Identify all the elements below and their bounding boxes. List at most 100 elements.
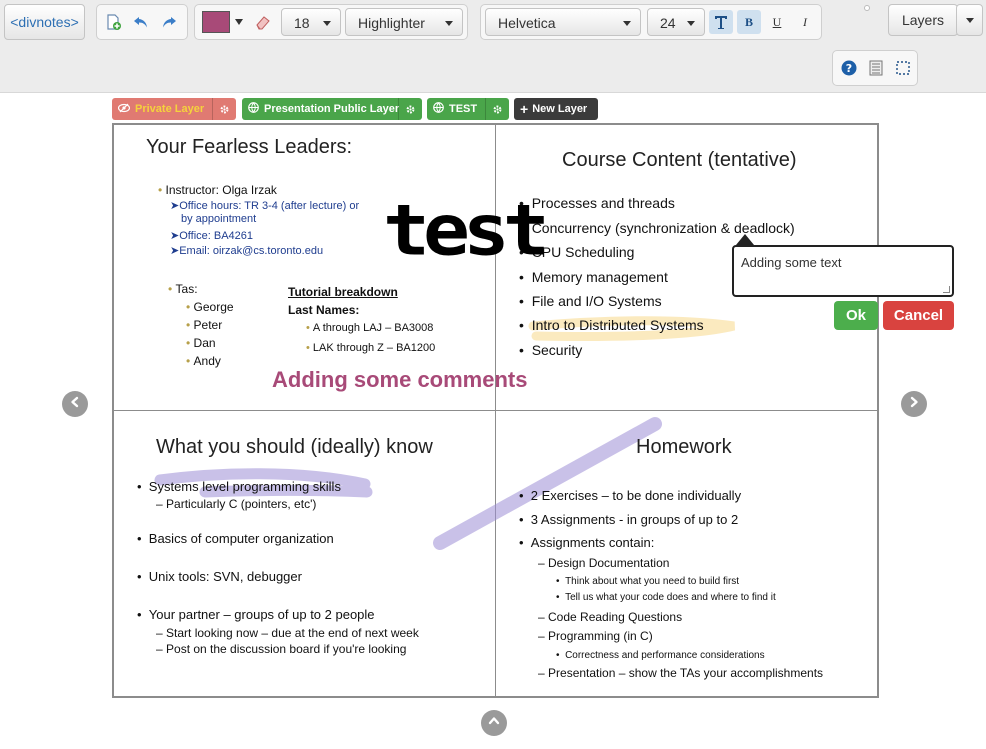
- note-text-value: Adding some text: [741, 255, 842, 270]
- utility-group: ?: [832, 50, 918, 86]
- collapse-up-button[interactable]: [481, 710, 507, 736]
- slide-q1-office: ➤Office: BA4261: [170, 229, 253, 242]
- slide-q1-office-hours: ➤Office hours: TR 3-4 (after lecture) or: [170, 199, 359, 212]
- slide-q1-tutorial-title: Tutorial breakdown: [288, 285, 398, 299]
- font-family-select[interactable]: Helvetica: [485, 8, 641, 36]
- bullet-dot: •: [168, 282, 176, 296]
- text-size-value: 24: [660, 15, 676, 31]
- layers-dropdown-button[interactable]: [956, 4, 983, 36]
- homework-item-text: 3 Assignments - in groups of up to 2: [530, 512, 739, 527]
- handwritten-text: test: [383, 204, 548, 272]
- know-sub-text: Post on the discussion board if you're l…: [166, 642, 407, 656]
- slide-q2-item: • Security: [519, 342, 583, 358]
- slide-q3-sub: – Post on the discussion board if you're…: [156, 642, 407, 656]
- homework-subsub-text: Think about what you need to build first: [565, 576, 740, 587]
- redo-icon[interactable]: [157, 10, 181, 34]
- layer-test[interactable]: TEST: [427, 98, 509, 120]
- homework-subsub-text: Tell us what your code does and where to…: [565, 592, 776, 603]
- text-size-select[interactable]: 24: [647, 8, 705, 36]
- slide-q1-email: ➤Email: oirzak@cs.toronto.edu: [170, 244, 323, 257]
- arrow-bullet-icon: ➤: [170, 230, 180, 242]
- slide-q4-sub: – Design Documentation: [538, 556, 670, 570]
- ta-name: Peter: [193, 318, 223, 332]
- layers-button[interactable]: Layers: [888, 4, 958, 36]
- selection-icon[interactable]: [891, 56, 915, 80]
- ta-name: Andy: [193, 354, 221, 368]
- homework-item-text: Assignments contain:: [530, 535, 655, 550]
- new-layer-button[interactable]: + New Layer: [514, 98, 598, 120]
- bold-button[interactable]: B: [737, 10, 761, 34]
- slide-q4-sub: – Programming (in C): [538, 629, 653, 643]
- color-swatch[interactable]: [202, 11, 230, 33]
- ok-button[interactable]: Ok: [834, 301, 878, 330]
- slide-q1-title: Your Fearless Leaders:: [146, 136, 353, 158]
- arrow-bullet-icon: ➤: [170, 200, 180, 212]
- gear-icon[interactable]: [485, 98, 509, 120]
- slide-q4-subsub: • Tell us what your code does and where …: [556, 592, 776, 603]
- next-slide-button[interactable]: [901, 391, 927, 417]
- gear-icon[interactable]: [398, 98, 422, 120]
- chevron-down-icon: [623, 21, 631, 26]
- help-icon[interactable]: ?: [837, 56, 861, 80]
- slide-q2-item: • Intro to Distributed Systems: [519, 317, 704, 333]
- chevron-down-icon: [445, 21, 453, 26]
- slide-q2-title: Course Content (tentative): [562, 149, 797, 171]
- undo-icon[interactable]: [129, 10, 153, 34]
- slide-q1-ta: • Peter: [186, 318, 222, 332]
- italic-button[interactable]: I: [793, 10, 817, 34]
- note-text-input[interactable]: Adding some text: [732, 245, 954, 297]
- homework-sub-text: Code Reading Questions: [548, 610, 683, 624]
- eraser-icon[interactable]: [251, 10, 275, 34]
- ta-name: Dan: [193, 336, 216, 350]
- course-item-text: Processes and threads: [531, 195, 675, 211]
- bullet-dot: •: [186, 354, 194, 368]
- underline-label: U: [772, 14, 782, 29]
- slide-q1-tutorial: • LAK through Z – BA1200: [306, 342, 435, 354]
- tool-select[interactable]: Highlighter: [345, 8, 463, 36]
- resize-handle-icon[interactable]: [943, 286, 950, 293]
- slide-q3-sub: – Particularly C (pointers, etc'): [156, 497, 317, 511]
- homework-item-text: 2 Exercises – to be done individually: [530, 488, 742, 503]
- slide-q3-title: What you should (ideally) know: [156, 436, 433, 458]
- slide-q1-office-hours-2: by appointment: [181, 213, 257, 225]
- color-caret-icon[interactable]: [235, 19, 243, 25]
- plus-icon: +: [520, 101, 529, 117]
- notes-list-icon[interactable]: [864, 56, 888, 80]
- slide-q1-ta: • George: [186, 300, 234, 314]
- prev-slide-button[interactable]: [62, 391, 88, 417]
- tas-label: Tas:: [175, 282, 198, 296]
- cancel-button[interactable]: Cancel: [883, 301, 954, 330]
- office-text: Office: BA4261: [179, 230, 254, 242]
- logo-button[interactable]: <divnotes>: [4, 4, 85, 40]
- font-size-value: 18: [294, 15, 310, 31]
- course-item-text: Concurrency (synchronization & deadlock): [531, 220, 795, 236]
- slide-q3-item: • Basics of computer organization: [137, 531, 334, 546]
- ok-label: Ok: [845, 307, 866, 324]
- layer-private-label: Private Layer: [135, 103, 205, 115]
- slide-q1-last-names: Last Names:: [288, 303, 360, 317]
- comment-annotation[interactable]: Adding some comments: [272, 367, 527, 393]
- slide-q1-ta: • Dan: [186, 336, 216, 350]
- slide-q4-sub: – Presentation – show the TAs your accom…: [538, 666, 824, 680]
- font-size-select[interactable]: 18: [281, 8, 341, 36]
- tutorial-text: A through LAJ – BA3008: [312, 322, 434, 334]
- slide-q3-item: • Unix tools: SVN, debugger: [137, 569, 302, 584]
- bullet-dot: •: [306, 342, 313, 354]
- ta-name: George: [193, 300, 234, 314]
- bullet-dot: •: [186, 336, 194, 350]
- text-style-icon[interactable]: [709, 10, 733, 34]
- know-sub-text: Particularly C (pointers, etc'): [166, 497, 317, 511]
- arrow-bullet-icon: ➤: [170, 245, 180, 257]
- layer-presentation-public[interactable]: Presentation Public Layer: [242, 98, 422, 120]
- gear-icon[interactable]: [212, 98, 236, 120]
- new-page-icon[interactable]: [101, 10, 125, 34]
- slide-q1-ta: • Andy: [186, 354, 221, 368]
- layer-private[interactable]: Private Layer: [112, 98, 236, 120]
- homework-sub-text: Design Documentation: [548, 556, 670, 570]
- underline-button[interactable]: U: [765, 10, 789, 34]
- handwritten-annotation[interactable]: test: [383, 204, 548, 284]
- globe-icon: [248, 102, 259, 116]
- layer-presentation-label: Presentation Public Layer: [264, 103, 400, 115]
- history-group: [96, 4, 188, 40]
- chevron-up-icon: [488, 714, 500, 732]
